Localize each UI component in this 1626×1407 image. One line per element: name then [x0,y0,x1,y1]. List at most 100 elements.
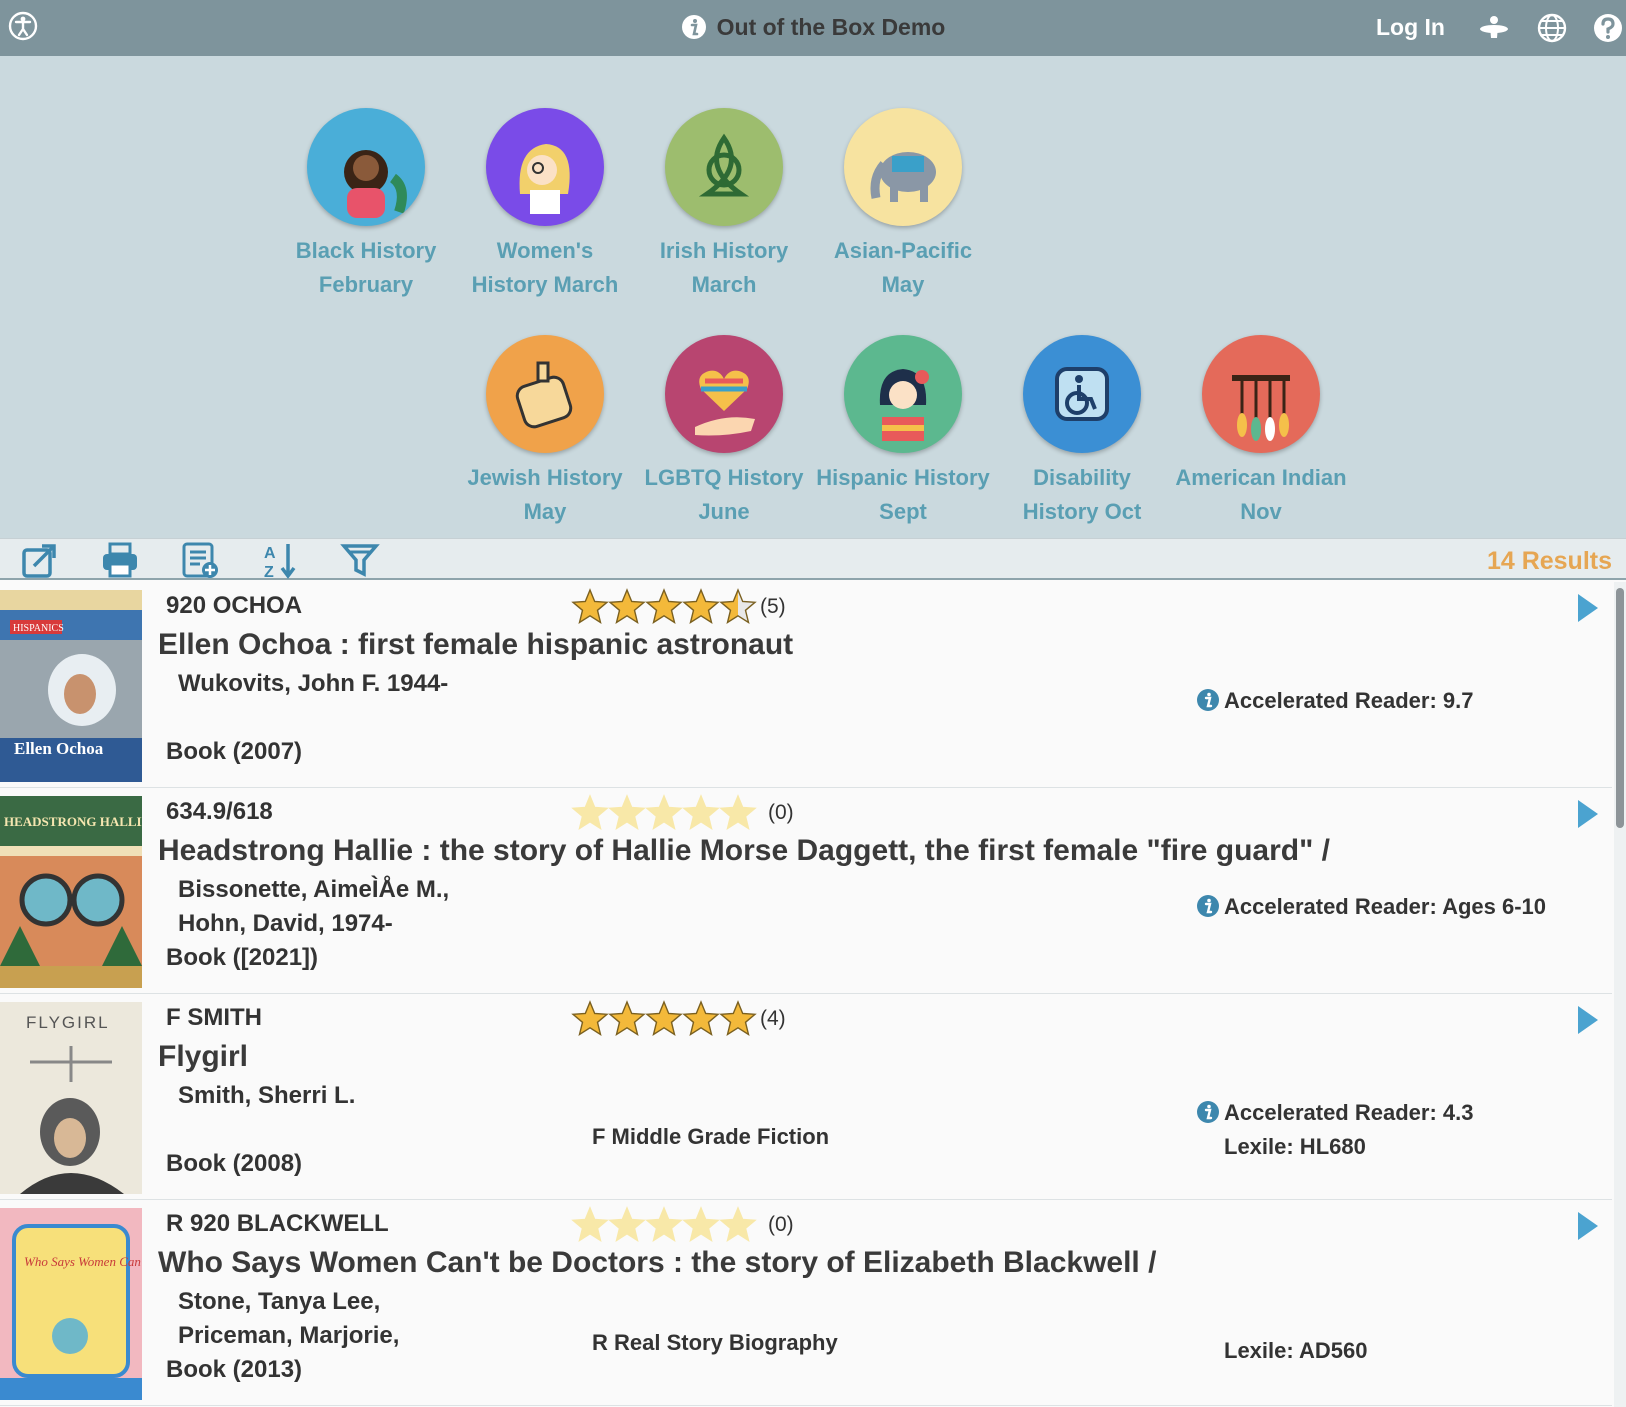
svg-text:Z: Z [264,564,274,580]
export-icon[interactable] [20,540,60,580]
author-link[interactable]: Stone, Tanya Lee, [178,1288,380,1316]
help-icon[interactable] [1592,12,1624,44]
author-link[interactable]: Priceman, Marjorie, [178,1322,399,1350]
category-lgbtq-history[interactable]: LGBTQ History June [634,335,814,529]
star-icon[interactable] [719,588,757,626]
genre-label: F Middle Grade Fiction [592,1124,830,1149]
category-label-line1: Hispanic History [816,465,990,490]
star-rating[interactable]: (4) [571,1000,786,1038]
star-icon[interactable] [682,794,720,832]
author-link[interactable]: Hohn, David, 1974- [178,910,393,938]
star-icon[interactable] [719,1206,757,1244]
expand-arrow-icon[interactable] [1576,1004,1600,1036]
accelerated-reader-info: Accelerated Reader: 4.3 [1197,1100,1474,1126]
rating-count: (0) [768,1213,794,1236]
scrollbar-thumb[interactable] [1616,588,1624,828]
result-item[interactable]: FLYGIRL F SMITH (4) Flygirl Smith, Sherr… [0,994,1612,1200]
star-icon[interactable] [571,1206,609,1244]
author-link[interactable]: Smith, Sherri L. [178,1082,355,1110]
lexile-level: Lexile: AD560 [1224,1338,1368,1363]
category-womens-history[interactable]: Women's History March [455,108,635,302]
call-number: 920 OCHOA [166,592,303,619]
app-icon[interactable] [1478,12,1510,44]
info-icon[interactable] [1196,1100,1220,1124]
result-item[interactable]: HISPANICS Ellen Ochoa 920 OCHOA (5) Elle… [0,582,1612,788]
star-icon[interactable] [608,1206,646,1244]
star-icon[interactable] [645,588,683,626]
american-indian-history-badge-icon [1202,335,1320,453]
info-icon[interactable] [1196,894,1220,918]
star-rating[interactable]: (5) [571,588,786,626]
result-item[interactable]: HEADSTRONG HALLIE! 634.9/618 (0) Headstr… [0,788,1612,994]
book-title-link[interactable]: Flygirl [158,1040,248,1074]
star-icon[interactable] [571,1000,609,1038]
hispanic-history-badge-icon [844,335,962,453]
category-label-line1: LGBTQ History [644,465,804,490]
print-icon[interactable] [100,540,140,580]
login-link[interactable]: Log In [1376,14,1445,41]
star-icon[interactable] [608,1000,646,1038]
heritage-categories: Black History February Women's History Mar… [0,56,1626,538]
star-icon[interactable] [719,1000,757,1038]
book-cover-image[interactable]: Who Says Women Can't Be DOCTORS? [0,1208,142,1400]
add-to-list-icon[interactable] [180,540,220,580]
author-link[interactable]: Bissonette, AimeÌÅe M., [178,876,449,904]
results-count: 14 Results [1486,547,1612,575]
sort-az-icon[interactable]: A Z [260,540,300,580]
app-title-text: Out of the Box Demo [716,14,946,40]
book-title-link[interactable]: Headstrong Hallie : the story of Hallie … [158,834,1330,868]
book-title-link[interactable]: Ellen Ochoa : first female hispanic astr… [158,628,793,662]
star-icon[interactable] [571,794,609,832]
category-label-line2: History March [471,272,619,297]
category-label-line2: History Oct [1022,499,1142,524]
book-cover-image[interactable]: HISPANICS Ellen Ochoa [0,590,142,782]
star-icon[interactable] [608,794,646,832]
category-label-line1: Irish History [659,238,789,263]
category-hispanic-history[interactable]: Hispanic History Sept [813,335,993,529]
star-icon[interactable] [682,1000,720,1038]
filter-icon[interactable] [340,540,380,580]
womens-history-badge-icon [486,108,604,226]
category-asian-pacific[interactable]: Asian-Pacific May [813,108,993,302]
star-icon[interactable] [682,588,720,626]
category-label-line2: Nov [1240,499,1282,524]
expand-arrow-icon[interactable] [1576,798,1600,830]
accelerated-reader-level: Accelerated Reader: 4.3 [1224,1100,1474,1125]
cover-title-text: Who Says Women Can't Be DOCTORS? [24,1254,142,1269]
star-icon[interactable] [571,588,609,626]
info-icon[interactable] [1196,688,1220,712]
rating-count: (4) [760,1007,786,1030]
star-icon[interactable] [645,794,683,832]
category-label-line2: March [691,272,757,297]
star-icon[interactable] [608,588,646,626]
star-icon[interactable] [719,794,757,832]
star-rating[interactable]: (0) [571,794,794,832]
results-list: HISPANICS Ellen Ochoa 920 OCHOA (5) Elle… [0,582,1612,1407]
book-title-link[interactable]: Who Says Women Can't be Doctors : the st… [158,1246,1156,1280]
star-icon[interactable] [682,1206,720,1244]
author-link[interactable]: Wukovits, John F. 1944- [178,670,448,698]
results-scrollbar[interactable] [1614,582,1626,1407]
star-icon[interactable] [645,1206,683,1244]
info-icon[interactable] [681,14,707,40]
expand-arrow-icon[interactable] [1576,592,1600,624]
category-label-line1: Jewish History [467,465,623,490]
globe-icon[interactable] [1536,12,1568,44]
expand-arrow-icon[interactable] [1576,1210,1600,1242]
category-label-line2: May [881,272,925,297]
book-cover-image[interactable]: HEADSTRONG HALLIE! [0,796,142,988]
category-american-indian-history[interactable]: American Indian Nov [1171,335,1351,529]
call-number: 634.9/618 [166,798,273,825]
book-cover-image[interactable]: FLYGIRL [0,1002,142,1194]
category-disability-history[interactable]: Disability History Oct [992,335,1172,529]
category-irish-history[interactable]: Irish History March [634,108,814,302]
results-toolbar: A Z 14 Results [0,538,1626,580]
genre-label: R Real Story Biography [592,1330,838,1355]
star-icon[interactable] [645,1000,683,1038]
category-black-history[interactable]: Black History February [276,108,456,302]
star-rating[interactable]: (0) [571,1206,794,1244]
result-item[interactable]: Who Says Women Can't Be DOCTORS? R 920 B… [0,1200,1612,1406]
category-jewish-history[interactable]: Jewish History May [455,335,635,529]
format-year: Book (2013) [166,1356,303,1383]
cover-title-text: FLYGIRL [26,1013,110,1032]
